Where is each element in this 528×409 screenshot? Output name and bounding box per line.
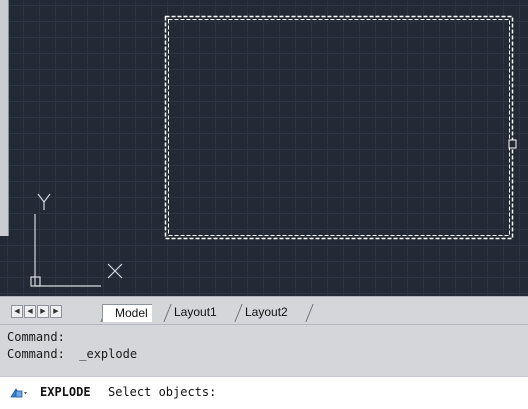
previous-tab-button[interactable]: ◀ (24, 305, 36, 318)
last-tab-button[interactable]: ▶ (50, 305, 62, 318)
drawing-svg (30, 15, 517, 287)
command-history: Command: Command: _explode (0, 324, 528, 376)
history-line: Command: (7, 330, 65, 344)
selected-rectangle[interactable] (164, 15, 514, 240)
command-prompt[interactable]: Select objects: (108, 384, 216, 401)
next-tab-button[interactable]: ▶ (37, 305, 49, 318)
drawing-canvas[interactable] (0, 0, 528, 296)
tab-model[interactable]: Model (102, 304, 152, 322)
history-line: Command: _explode (7, 347, 138, 361)
layout-tab-bar: ◀ ◀ ▶ ▶ Model Layout1 Layout2 (0, 296, 528, 324)
command-keyword: EXPLODE (40, 385, 91, 399)
ucs-icon (30, 193, 123, 287)
first-tab-button[interactable]: ◀ (11, 305, 23, 318)
command-line[interactable]: EXPLODE Select objects: (0, 376, 528, 409)
tab-layout1[interactable]: Layout1 (169, 304, 222, 321)
tab-layout2[interactable]: Layout2 (240, 304, 293, 321)
command-line-icon[interactable] (8, 385, 30, 401)
autocad-window: ◀ ◀ ▶ ▶ Model Layout1 Layout2 Command: C… (0, 0, 528, 409)
tab-separator (305, 304, 314, 322)
grip-handle[interactable] (508, 139, 517, 149)
